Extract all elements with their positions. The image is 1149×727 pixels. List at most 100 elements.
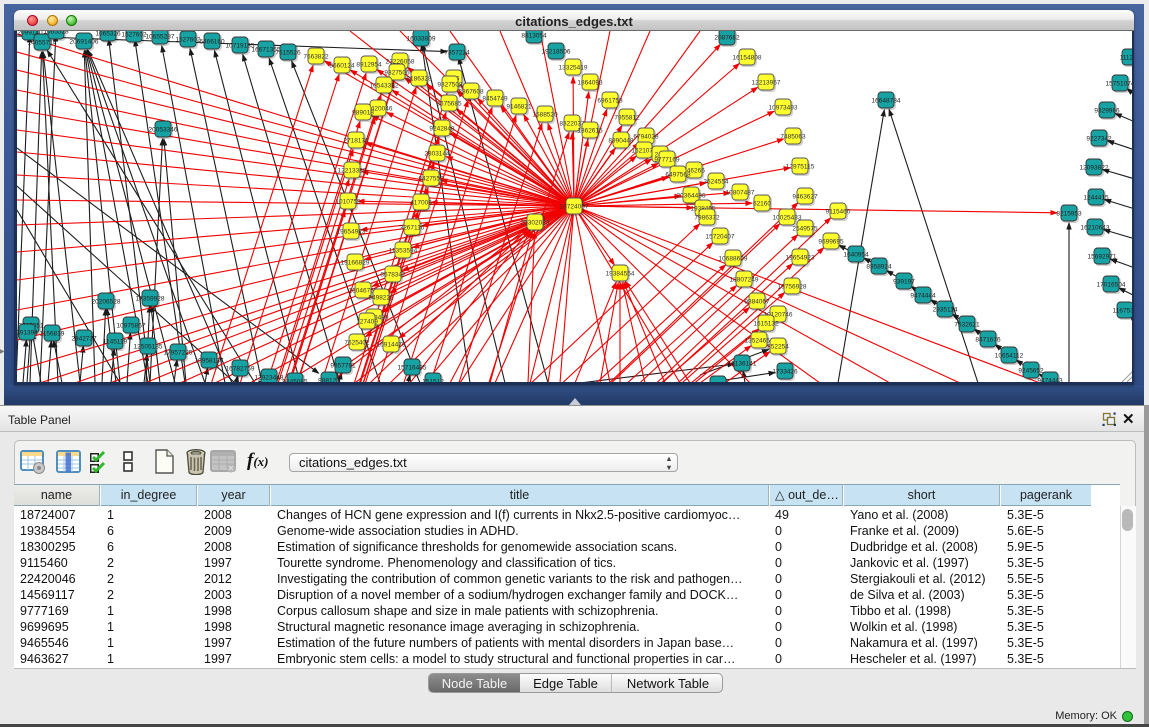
svg-text:16782759: 16782759 [226,366,255,373]
svg-text:1864093: 1864093 [577,80,603,87]
svg-text:252254: 252254 [767,344,789,351]
svg-text:19654923: 19654923 [786,255,815,262]
svg-text:12093822: 12093822 [1080,165,1109,172]
svg-text:19166829: 19166829 [341,260,370,267]
svg-text:2549575: 2549575 [792,226,818,233]
svg-text:18807249: 18807249 [730,277,759,284]
svg-text:9245085: 9245085 [282,379,308,383]
svg-text:1733426: 1733426 [772,369,798,376]
svg-text:12505135: 12505135 [134,344,163,351]
svg-text:8454749: 8454749 [482,96,508,103]
svg-text:1244415: 1244415 [1083,195,1109,202]
svg-text:7357224: 7357224 [444,50,470,57]
svg-text:9777169: 9777169 [654,157,680,164]
svg-text:19384554: 19384554 [606,271,635,278]
svg-text:127409: 127409 [356,319,378,326]
svg-text:8215953: 8215953 [1056,211,1082,218]
svg-text:11353594: 11353594 [389,248,418,255]
svg-text:8660124: 8660124 [329,63,355,70]
svg-text:1527602: 1527602 [121,32,147,39]
svg-text:14055714: 14055714 [28,40,57,47]
svg-text:7485063: 7485063 [780,134,806,141]
svg-text:16648784: 16648784 [872,98,901,105]
svg-text:9474444: 9474444 [910,293,936,300]
svg-text:9474443: 9474443 [1037,378,1063,383]
svg-text:1065528: 1065528 [43,31,69,36]
svg-text:10807487: 10807487 [726,190,755,197]
svg-text:170434: 170434 [707,382,729,383]
svg-text:10975867: 10975867 [117,323,146,330]
svg-text:16136141: 16136141 [728,361,757,368]
svg-text:8958924: 8958924 [866,264,892,271]
svg-text:17016504: 17016504 [1097,282,1126,289]
svg-text:9115460: 9115460 [826,209,851,216]
svg-text:10025433: 10025433 [773,215,802,222]
svg-text:6497568: 6497568 [665,172,691,179]
svg-text:10719185: 10719185 [226,43,255,50]
svg-text:15716485: 15716485 [398,365,427,372]
svg-text:7632621: 7632621 [954,322,980,329]
svg-text:7515526: 7515526 [275,50,301,57]
svg-text:17957225: 17957225 [164,350,193,357]
svg-text:16033809: 16033809 [407,36,436,43]
svg-text:10973493: 10973493 [769,105,798,112]
svg-text:3624554: 3624554 [703,179,729,186]
svg-text:6466160: 6466160 [199,39,225,46]
svg-text:10543382: 10543382 [370,83,399,90]
svg-text:2087682: 2087682 [714,35,740,42]
svg-text:2942737: 2942737 [71,336,97,343]
svg-text:15692971: 15692971 [1088,254,1117,261]
svg-text:17359928: 17359928 [136,296,165,303]
svg-text:2935114: 2935114 [933,307,958,314]
svg-text:12923448: 12923448 [255,375,284,382]
svg-text:8186328: 8186328 [406,76,432,83]
svg-text:8427552: 8427552 [418,176,444,183]
svg-text:16210643: 16210643 [1081,225,1110,232]
svg-text:417006: 417006 [410,200,432,207]
svg-text:15720407: 15720407 [706,234,735,241]
svg-text:12213967: 12213967 [752,80,781,87]
svg-text:111233: 111233 [1120,55,1132,62]
svg-text:1167533: 1167533 [1113,308,1132,315]
svg-text:6961758: 6961758 [597,98,623,105]
svg-text:20364436: 20364436 [677,193,706,200]
svg-text:7955812: 7955812 [614,115,640,122]
svg-text:1065326: 1065326 [95,31,121,38]
svg-text:1362615: 1362615 [577,128,603,135]
svg-text:2867608: 2867608 [458,89,484,96]
svg-text:10654112: 10654112 [995,353,1024,360]
svg-text:15751074: 15751074 [1106,81,1132,88]
svg-text:6794028: 6794028 [633,134,659,141]
svg-text:25302023: 25302023 [521,220,550,227]
svg-text:8471676: 8471676 [975,337,1001,344]
svg-text:62160: 62160 [753,201,771,208]
svg-text:989018: 989018 [352,110,374,117]
svg-text:9245652: 9245652 [1018,368,1044,375]
svg-text:9857791: 9857791 [330,363,356,370]
svg-text:20691406: 20691406 [70,39,99,46]
svg-text:8678342: 8678342 [380,272,406,279]
svg-text:5498222: 5498222 [368,295,394,302]
svg-text:2718176: 2718176 [343,138,369,145]
svg-text:16914479: 16914479 [377,342,406,349]
svg-text:7625402: 7625402 [344,340,370,347]
svg-text:13325419: 13325419 [559,65,588,72]
svg-text:3675685: 3675685 [436,101,462,108]
svg-text:1640954: 1640954 [843,252,869,259]
svg-text:151512: 151512 [422,379,444,383]
svg-text:1615132: 1615132 [753,321,779,328]
svg-text:9463627: 9463627 [792,194,818,201]
svg-text:9146821: 9146821 [506,104,532,111]
svg-text:10958137: 10958137 [195,358,224,365]
svg-text:1527602: 1527602 [175,37,201,44]
svg-text:7986372: 7986372 [694,215,720,222]
svg-text:12975115: 12975115 [786,164,815,171]
svg-text:9699695: 9699695 [818,239,844,246]
svg-text:18724007: 18724007 [560,204,589,211]
svg-text:7663822: 7663822 [303,54,329,61]
svg-text:2803144: 2803144 [424,151,450,158]
svg-text:9884067: 9884067 [744,299,770,306]
svg-text:10655287: 10655287 [146,34,175,41]
svg-text:8813054: 8813054 [521,33,547,40]
svg-text:12213389: 12213389 [338,168,367,175]
